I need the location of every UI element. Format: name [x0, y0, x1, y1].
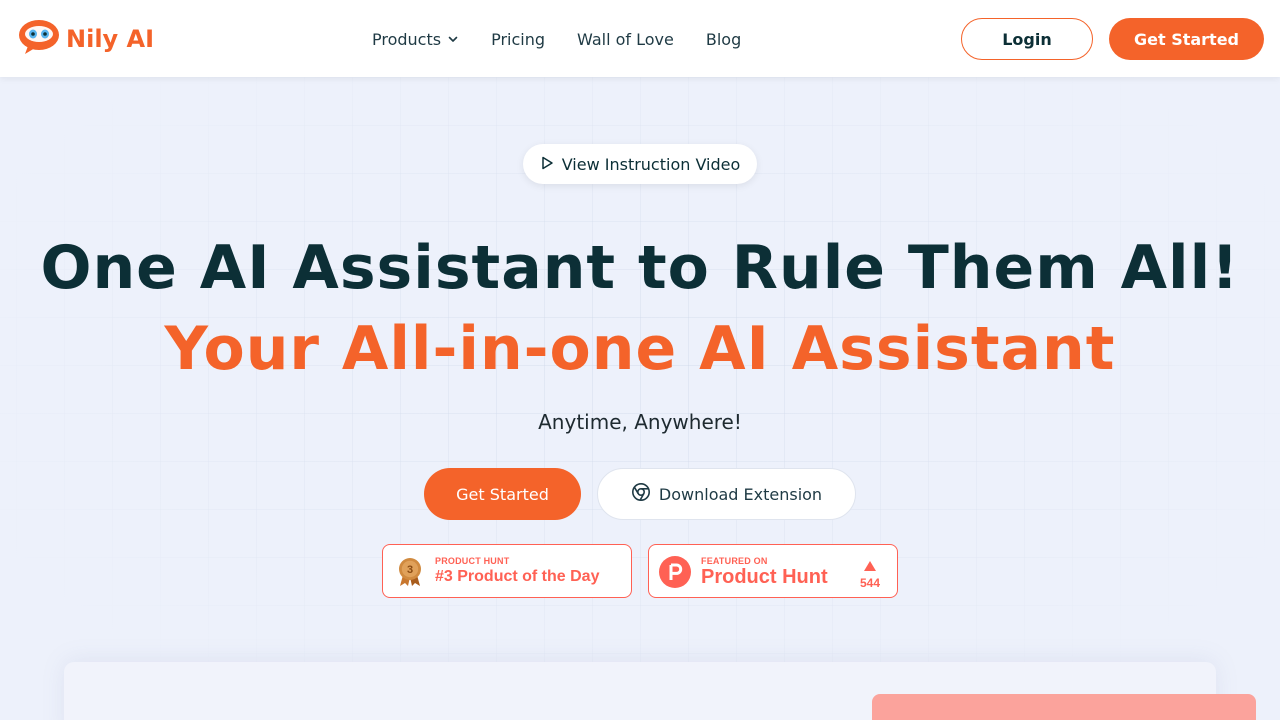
hero-title: One AI Assistant to Rule Them All! — [40, 233, 1240, 303]
medal-icon: 3 — [397, 557, 423, 591]
brand-name: Nily AI — [66, 25, 155, 53]
product-hunt-featured-badge[interactable]: FEATURED ON Product Hunt 544 — [648, 544, 898, 598]
header-get-started-button[interactable]: Get Started — [1109, 18, 1264, 60]
product-hunt-icon — [659, 556, 691, 592]
download-extension-button[interactable]: Download Extension — [597, 468, 856, 520]
hero-title-accent: Your All-in-one AI Assistant — [164, 314, 1116, 384]
video-button-label: View Instruction Video — [561, 154, 741, 174]
view-instruction-video-button[interactable]: View Instruction Video — [523, 144, 757, 184]
upvote-count: 544 — [859, 576, 881, 590]
nav-item-label: Blog — [705, 29, 742, 49]
badge-title: #3 Product of the Day — [435, 568, 600, 585]
top-navbar: Nily AI Products Pricing Wall of Love Bl… — [0, 0, 1280, 77]
nav-item-label: Pricing — [491, 29, 546, 49]
hero-get-started-button[interactable]: Get Started — [424, 468, 581, 520]
upvote-icon — [864, 556, 876, 575]
main-nav: Products Pricing Wall of Love Blog — [372, 27, 773, 51]
badge-kicker: FEATURED ON — [701, 556, 768, 566]
download-extension-label: Download Extension — [658, 484, 823, 504]
brand-logo-link[interactable]: Nily AI — [18, 19, 155, 59]
product-hunt-day-badge[interactable]: 3 PRODUCT HUNT #3 Product of the Day — [382, 544, 632, 598]
nav-item-label: Products — [372, 29, 442, 49]
nav-item-wall-of-love[interactable]: Wall of Love — [577, 30, 674, 49]
nav-item-products[interactable]: Products — [372, 30, 459, 49]
medal-rank: 3 — [407, 564, 413, 576]
login-button[interactable]: Login — [961, 18, 1093, 60]
hero-subtitle: Anytime, Anywhere! — [538, 410, 742, 434]
badge-text-block: FEATURED ON Product Hunt — [701, 556, 828, 589]
play-icon — [540, 155, 554, 174]
chrome-icon — [631, 482, 651, 506]
app-preview-panel — [872, 694, 1256, 720]
nav-item-pricing[interactable]: Pricing — [491, 30, 545, 49]
badge-kicker: PRODUCT HUNT — [435, 556, 510, 566]
nav-item-blog[interactable]: Blog — [706, 30, 741, 49]
badge-title: Product Hunt — [701, 566, 828, 588]
badge-text-block: PRODUCT HUNT #3 Product of the Day — [435, 556, 599, 586]
chevron-down-icon — [447, 30, 459, 49]
upvote-block: 544 — [855, 556, 885, 590]
nav-item-label: Wall of Love — [577, 29, 674, 49]
logo-mascot-icon — [18, 19, 60, 59]
